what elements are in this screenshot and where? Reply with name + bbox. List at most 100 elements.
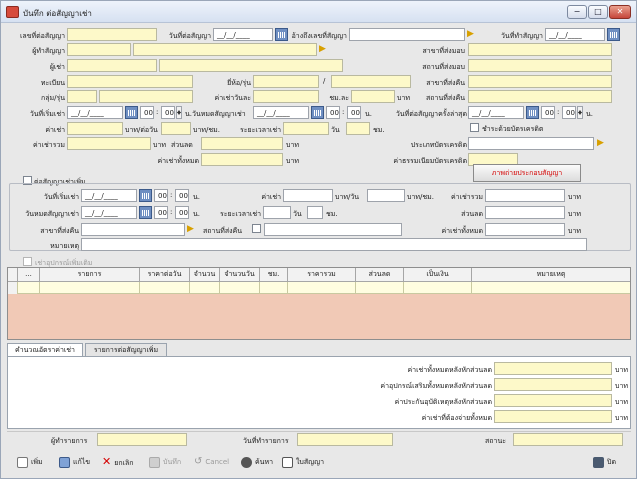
card-type-field[interactable]: [468, 137, 594, 150]
extra-discount-field[interactable]: [485, 206, 565, 219]
extra-end-hour-field[interactable]: 00: [154, 206, 168, 219]
save-button[interactable]: บันทึก: [149, 453, 181, 471]
extra-start-date-field[interactable]: __/__/____: [81, 189, 137, 202]
renter-name-field[interactable]: [159, 59, 343, 72]
send-place-field[interactable]: [468, 59, 612, 72]
return-place-field[interactable]: [468, 90, 612, 103]
period-day-field[interactable]: [283, 122, 329, 135]
start-hour-field[interactable]: 00: [140, 106, 154, 119]
extra-period-day-field[interactable]: [263, 206, 291, 219]
lookup-icon[interactable]: ▶: [597, 138, 609, 149]
tab-renew-list[interactable]: รายการต่อสัญญาเพิ่ม: [85, 343, 167, 357]
extra-start-hour-field[interactable]: 00: [154, 189, 168, 202]
daily-rate-field[interactable]: [253, 90, 319, 103]
grid-cell[interactable]: [40, 282, 140, 294]
end-minute-field[interactable]: 00: [347, 106, 361, 119]
hourly-rate-field[interactable]: [351, 90, 395, 103]
contract-no-field[interactable]: [67, 28, 157, 41]
return-place-checkbox[interactable]: [252, 224, 261, 233]
extra-period-hour-field[interactable]: [307, 206, 323, 219]
add-button[interactable]: เพิ่ม: [17, 453, 43, 471]
renter-code-field[interactable]: [67, 59, 157, 72]
equipment-checkbox[interactable]: [23, 257, 32, 266]
extra-rent-hour-field[interactable]: [367, 189, 405, 202]
calc-field[interactable]: [494, 378, 612, 391]
grid-col-days[interactable]: จำนวนวัน: [220, 268, 260, 282]
calendar-icon[interactable]: [139, 206, 152, 219]
extra-end-minute-field[interactable]: 00: [175, 206, 189, 219]
grid-cell[interactable]: [220, 282, 260, 294]
cancel-doc-button[interactable]: ✕ ยกเลิก: [102, 453, 133, 471]
grid-col-price-per-day[interactable]: ราคาต่อวัน: [140, 268, 190, 282]
grid-cell[interactable]: [356, 282, 404, 294]
group-code-field[interactable]: [67, 90, 97, 103]
maker-name-field[interactable]: [133, 43, 317, 56]
rent-field[interactable]: [67, 122, 123, 135]
grid-col-note[interactable]: หมายเหตุ: [472, 268, 630, 282]
extra-total-field[interactable]: [485, 189, 565, 202]
model-field[interactable]: [331, 75, 411, 88]
minimize-button[interactable]: −: [567, 5, 587, 19]
close-window-button[interactable]: ✕: [609, 5, 631, 19]
lookup-icon[interactable]: ▶: [467, 29, 479, 40]
end-hour-field[interactable]: 00: [326, 106, 340, 119]
grid-col-qty[interactable]: จำนวน: [190, 268, 220, 282]
grid-cell[interactable]: [190, 282, 220, 294]
lookup-icon[interactable]: ▶: [187, 224, 199, 235]
grid-cell[interactable]: [18, 282, 40, 294]
grid-cell[interactable]: [260, 282, 288, 294]
spin-icon[interactable]: [176, 106, 182, 119]
extra-all-field[interactable]: [485, 223, 565, 236]
grid-col-item[interactable]: รายการ: [40, 268, 140, 282]
grid-col-hours[interactable]: ชม.: [260, 268, 288, 282]
grid-col-total[interactable]: ราคารวม: [288, 268, 356, 282]
credit-card-checkbox[interactable]: [470, 123, 479, 132]
group-name-field[interactable]: [99, 90, 193, 103]
last-renew-date-field[interactable]: __/__/____: [468, 106, 524, 119]
maximize-button[interactable]: □: [588, 5, 608, 19]
calendar-icon[interactable]: [607, 28, 620, 41]
search-button[interactable]: ค้นหา: [241, 453, 273, 471]
maker-code-field[interactable]: [67, 43, 131, 56]
cancel-button[interactable]: ↺ Cancel: [194, 453, 229, 471]
brand-field[interactable]: [253, 75, 319, 88]
send-branch-field[interactable]: [468, 43, 612, 56]
grid-col-discount[interactable]: ส่วนลด: [356, 268, 404, 282]
extra-end-date-field[interactable]: __/__/____: [81, 206, 137, 219]
print-contract-button[interactable]: ใบสัญญา: [282, 453, 324, 471]
extra-return-branch-field[interactable]: [81, 223, 185, 236]
end-date-field[interactable]: __/__/____: [253, 106, 309, 119]
calc-field[interactable]: [494, 410, 612, 423]
lookup-icon[interactable]: ▶: [319, 44, 331, 55]
extra-start-minute-field[interactable]: 00: [175, 189, 189, 202]
calendar-icon[interactable]: [275, 28, 288, 41]
rent-hour-field[interactable]: [161, 122, 191, 135]
start-date-field[interactable]: __/__/____: [67, 106, 123, 119]
return-branch-field[interactable]: [468, 75, 612, 88]
last-minute-field[interactable]: 00: [562, 106, 576, 119]
calendar-icon[interactable]: [311, 106, 324, 119]
grid-cell[interactable]: [288, 282, 356, 294]
ref-contract-field[interactable]: [349, 28, 465, 41]
grid-cell[interactable]: [404, 282, 472, 294]
extra-rent-field[interactable]: [283, 189, 333, 202]
close-button[interactable]: ปิด: [593, 453, 616, 471]
edit-button[interactable]: แก้ไข: [59, 453, 90, 471]
registration-field[interactable]: [67, 75, 193, 88]
calendar-icon[interactable]: [125, 106, 138, 119]
spin-icon[interactable]: [577, 106, 583, 119]
last-hour-field[interactable]: 00: [541, 106, 555, 119]
contract-date-field[interactable]: __/__/____: [213, 28, 273, 41]
grid-col-select[interactable]: ...: [18, 268, 40, 282]
made-date-field[interactable]: __/__/____: [545, 28, 605, 41]
all-rent-field[interactable]: [201, 153, 283, 166]
equipment-grid[interactable]: ... รายการ ราคาต่อวัน จำนวน จำนวนวัน ชม.…: [7, 267, 631, 340]
discount-field[interactable]: [201, 137, 283, 150]
period-hour-field[interactable]: [346, 122, 370, 135]
tab-rate-calc[interactable]: คำนวณอัตราค่าเช่า: [7, 343, 83, 357]
note-field[interactable]: [81, 238, 587, 251]
grid-col-amount[interactable]: เป็นเงิน: [404, 268, 472, 282]
calendar-icon[interactable]: [526, 106, 539, 119]
grid-cell[interactable]: [140, 282, 190, 294]
calc-field[interactable]: [494, 362, 612, 375]
